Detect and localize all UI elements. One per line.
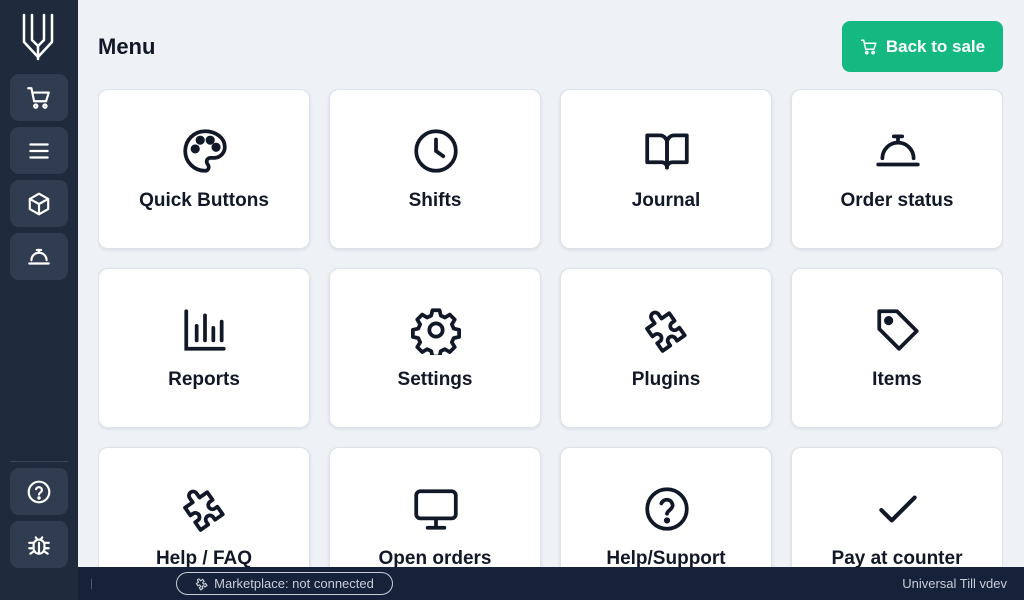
help-icon [27,480,51,503]
tile-items[interactable]: Items [791,268,1003,428]
tile-label: Quick Buttons [139,190,269,211]
tile-label: Order status [840,190,954,211]
puzzle-icon [645,310,687,353]
menu-grid: Quick Buttons Shifts Journal Order statu… [98,89,1003,567]
sidebar-item-items[interactable] [10,180,68,227]
tile-label: Settings [397,369,473,390]
cart-icon [27,86,50,109]
app-version: Universal Till vdev [902,576,1007,591]
tile-journal[interactable]: Journal [560,89,772,249]
tile-order-status[interactable]: Order status [791,89,1003,249]
tile-label: Help / FAQ [155,548,253,567]
tile-label: Help/Support [606,548,726,567]
sidebar-item-help[interactable] [10,468,68,515]
tile-plugins[interactable]: Plugins [560,268,772,428]
bar-chart-icon [184,309,226,351]
tile-reports[interactable]: Reports [98,268,310,428]
bell-icon [28,248,50,265]
tile-quick-buttons[interactable]: Quick Buttons [98,89,310,249]
cart-icon [860,39,877,54]
marketplace-status-badge[interactable]: Marketplace: not connected [176,572,393,595]
puzzle-icon [183,489,225,532]
tile-help-faq[interactable]: Help / FAQ [98,447,310,567]
menu-icon [29,142,49,159]
tile-open-orders[interactable]: Open orders [329,447,541,567]
tile-label: Pay at counter [831,548,963,567]
puzzle-icon [195,578,208,590]
tile-label: Shifts [408,190,462,211]
logo-icon [22,13,54,61]
tile-settings[interactable]: Settings [329,268,541,428]
palette-icon [183,129,227,173]
help-icon [645,487,689,531]
tile-label: Open orders [378,548,492,567]
clock-icon [414,129,458,173]
tile-label: Journal [631,190,701,211]
sidebar-item-menu[interactable] [10,127,68,174]
monitor-icon [414,489,458,530]
sidebar [0,0,78,600]
back-to-sale-label: Back to sale [885,36,986,56]
page-title: Menu [98,34,156,59]
sidebar-item-sale[interactable] [10,74,68,121]
back-to-sale-button[interactable]: Back to sale [842,21,1003,72]
tile-help-support[interactable]: Help/Support [560,447,772,567]
marketplace-status-label: Marketplace: not connected [214,576,374,591]
package-icon [28,192,50,215]
status-bar: Marketplace: not connected Universal Til… [78,567,1024,600]
tile-shifts[interactable]: Shifts [329,89,541,249]
bell-icon [876,134,920,167]
tile-pay-at-counter[interactable]: Pay at counter [791,447,1003,567]
sidebar-divider [10,461,68,462]
gear-icon [411,308,461,355]
tile-label: Items [872,369,922,390]
sidebar-item-debug[interactable] [10,521,68,568]
tag-icon [877,309,919,351]
check-icon [879,495,917,523]
status-indicator [91,579,92,589]
book-icon [645,133,689,170]
bug-icon [28,535,50,555]
sidebar-item-orders[interactable] [10,233,68,280]
tile-label: Reports [168,369,240,390]
tile-label: Plugins [631,369,701,390]
